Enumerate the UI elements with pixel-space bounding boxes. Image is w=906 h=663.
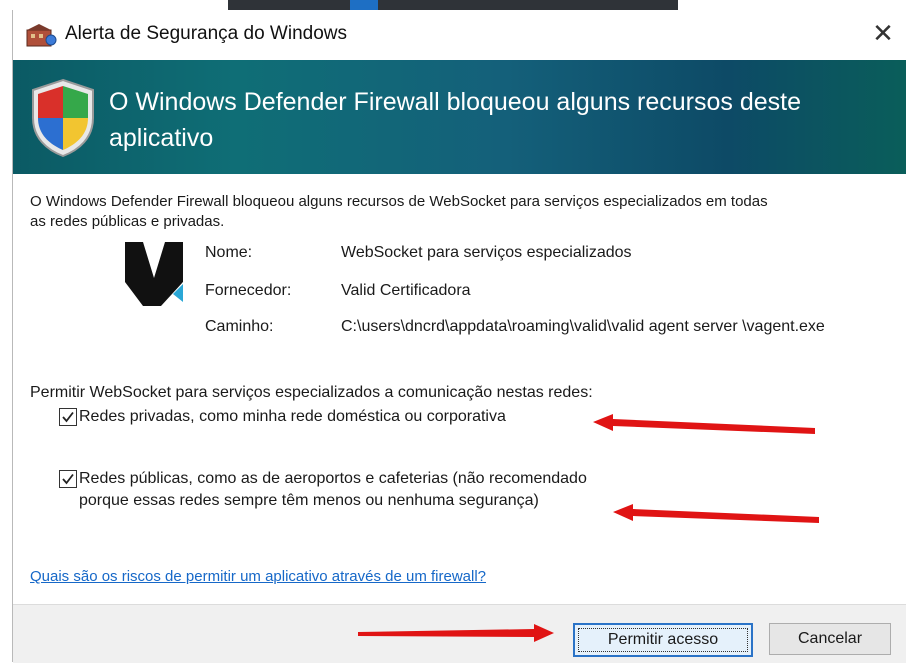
private-network-label[interactable]: Redes privadas, como minha rede doméstic…: [79, 406, 506, 427]
allow-networks-prompt: Permitir WebSocket para serviços especia…: [30, 384, 593, 401]
arrow-annotation-public: [613, 504, 819, 523]
allow-access-button[interactable]: Permitir acesso: [573, 623, 753, 657]
public-network-label-line2[interactable]: porque essas redes sempre têm menos ou n…: [79, 490, 539, 511]
shield-icon: [32, 78, 94, 158]
title-bar: Alerta de Segurança do Windows ✕: [13, 10, 906, 60]
app-name-value: WebSocket para serviços especializados: [341, 244, 632, 261]
app-path-label: Caminho:: [205, 318, 274, 335]
allow-access-label: Permitir acesso: [578, 628, 748, 652]
app-logo-icon: [125, 242, 183, 306]
security-alert-icon: [26, 24, 57, 47]
app-publisher-value: Valid Certificadora: [341, 282, 471, 299]
description-text: O Windows Defender Firewall bloqueou alg…: [30, 193, 768, 230]
app-name-label: Nome:: [205, 244, 253, 261]
public-network-label-line1[interactable]: Redes públicas, como as de aeroportos e …: [79, 468, 587, 489]
check-icon: [62, 411, 74, 423]
alert-banner: O Windows Defender Firewall bloqueou alg…: [13, 60, 906, 174]
background-window-edge: [228, 0, 678, 10]
banner-heading: O Windows Defender Firewall bloqueou alg…: [109, 88, 802, 152]
firewall-risks-link[interactable]: Quais são os riscos de permitir um aplic…: [30, 568, 486, 585]
window-title: Alerta de Segurança do Windows: [65, 23, 347, 44]
public-network-checkbox[interactable]: [59, 470, 77, 488]
app-path-value: C:\users\dncrd\appdata\roaming\valid\val…: [341, 318, 825, 335]
cancel-button[interactable]: Cancelar: [769, 623, 891, 655]
security-alert-dialog: Alerta de Segurança do Windows ✕ O Windo…: [12, 10, 906, 663]
app-publisher-label: Fornecedor:: [205, 282, 292, 299]
arrow-annotation-allow: [358, 624, 554, 642]
check-icon: [62, 473, 74, 485]
background-window-accent: [350, 0, 378, 10]
background-taskbar-strip: [0, 0, 906, 10]
close-icon[interactable]: ✕: [865, 16, 901, 52]
private-network-checkbox[interactable]: [59, 408, 77, 426]
arrow-annotation-private: [593, 414, 815, 434]
